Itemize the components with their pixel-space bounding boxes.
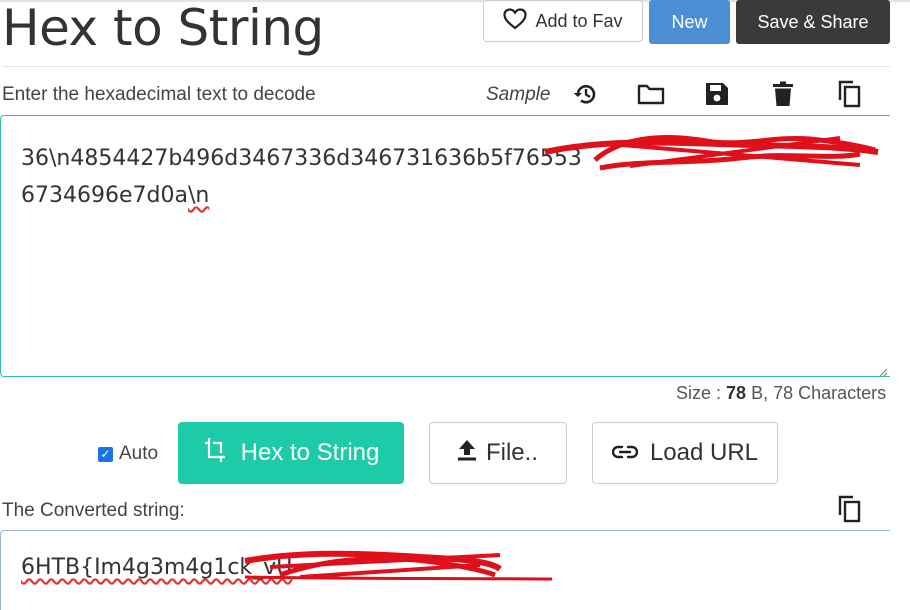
- resize-handle[interactable]: [878, 364, 888, 382]
- trash-icon[interactable]: [768, 80, 798, 108]
- hex-to-string-label: Hex to String: [240, 439, 380, 466]
- link-icon: [611, 439, 639, 467]
- add-to-fav-label: Add to Fav: [535, 10, 623, 31]
- copy-icon[interactable]: [834, 80, 864, 108]
- input-label: Enter the hexadecimal text to decode: [2, 84, 316, 105]
- page-title: Hex to String: [2, 0, 324, 57]
- file-label: File..: [485, 439, 538, 466]
- auto-label: Auto: [119, 443, 159, 464]
- folder-icon[interactable]: [636, 80, 666, 108]
- heart-icon: [503, 7, 528, 35]
- sample-link[interactable]: Sample: [486, 84, 550, 106]
- output-value: 6HTB{Im4g3m4g1ck_vU: [21, 555, 293, 580]
- size-info: Size : 78 B, 78 Characters: [676, 383, 887, 403]
- hex-input-textarea[interactable]: 36\n4854427b496d3467336d346731636b5f7655…: [0, 115, 890, 377]
- load-url-label: Load URL: [649, 439, 759, 466]
- hex-input-line2: 6734696e7d0a\n: [21, 183, 210, 208]
- file-button[interactable]: File..: [429, 422, 567, 484]
- copy-icon[interactable]: [834, 494, 864, 524]
- upload-icon: [457, 439, 476, 468]
- history-icon[interactable]: [570, 80, 600, 108]
- output-textarea[interactable]: 6HTB{Im4g3m4g1ck_vU: [0, 530, 890, 610]
- convert-icon: [203, 437, 227, 470]
- save-share-button[interactable]: Save & Share: [736, 0, 890, 44]
- save-icon[interactable]: [702, 80, 732, 108]
- load-url-button[interactable]: Load URL: [592, 422, 778, 484]
- hex-to-string-button[interactable]: Hex to String: [178, 422, 404, 484]
- checkmark-icon: ✓: [98, 446, 113, 462]
- hex-input-line1: 36\n4854427b496d3467336d346731636b5f7655…: [21, 146, 582, 171]
- new-button[interactable]: New: [649, 0, 730, 44]
- output-label: The Converted string:: [2, 500, 185, 521]
- auto-checkbox[interactable]: ✓ Auto: [98, 443, 158, 465]
- header-divider: [2, 66, 890, 67]
- add-to-fav-button[interactable]: Add to Fav: [483, 0, 643, 42]
